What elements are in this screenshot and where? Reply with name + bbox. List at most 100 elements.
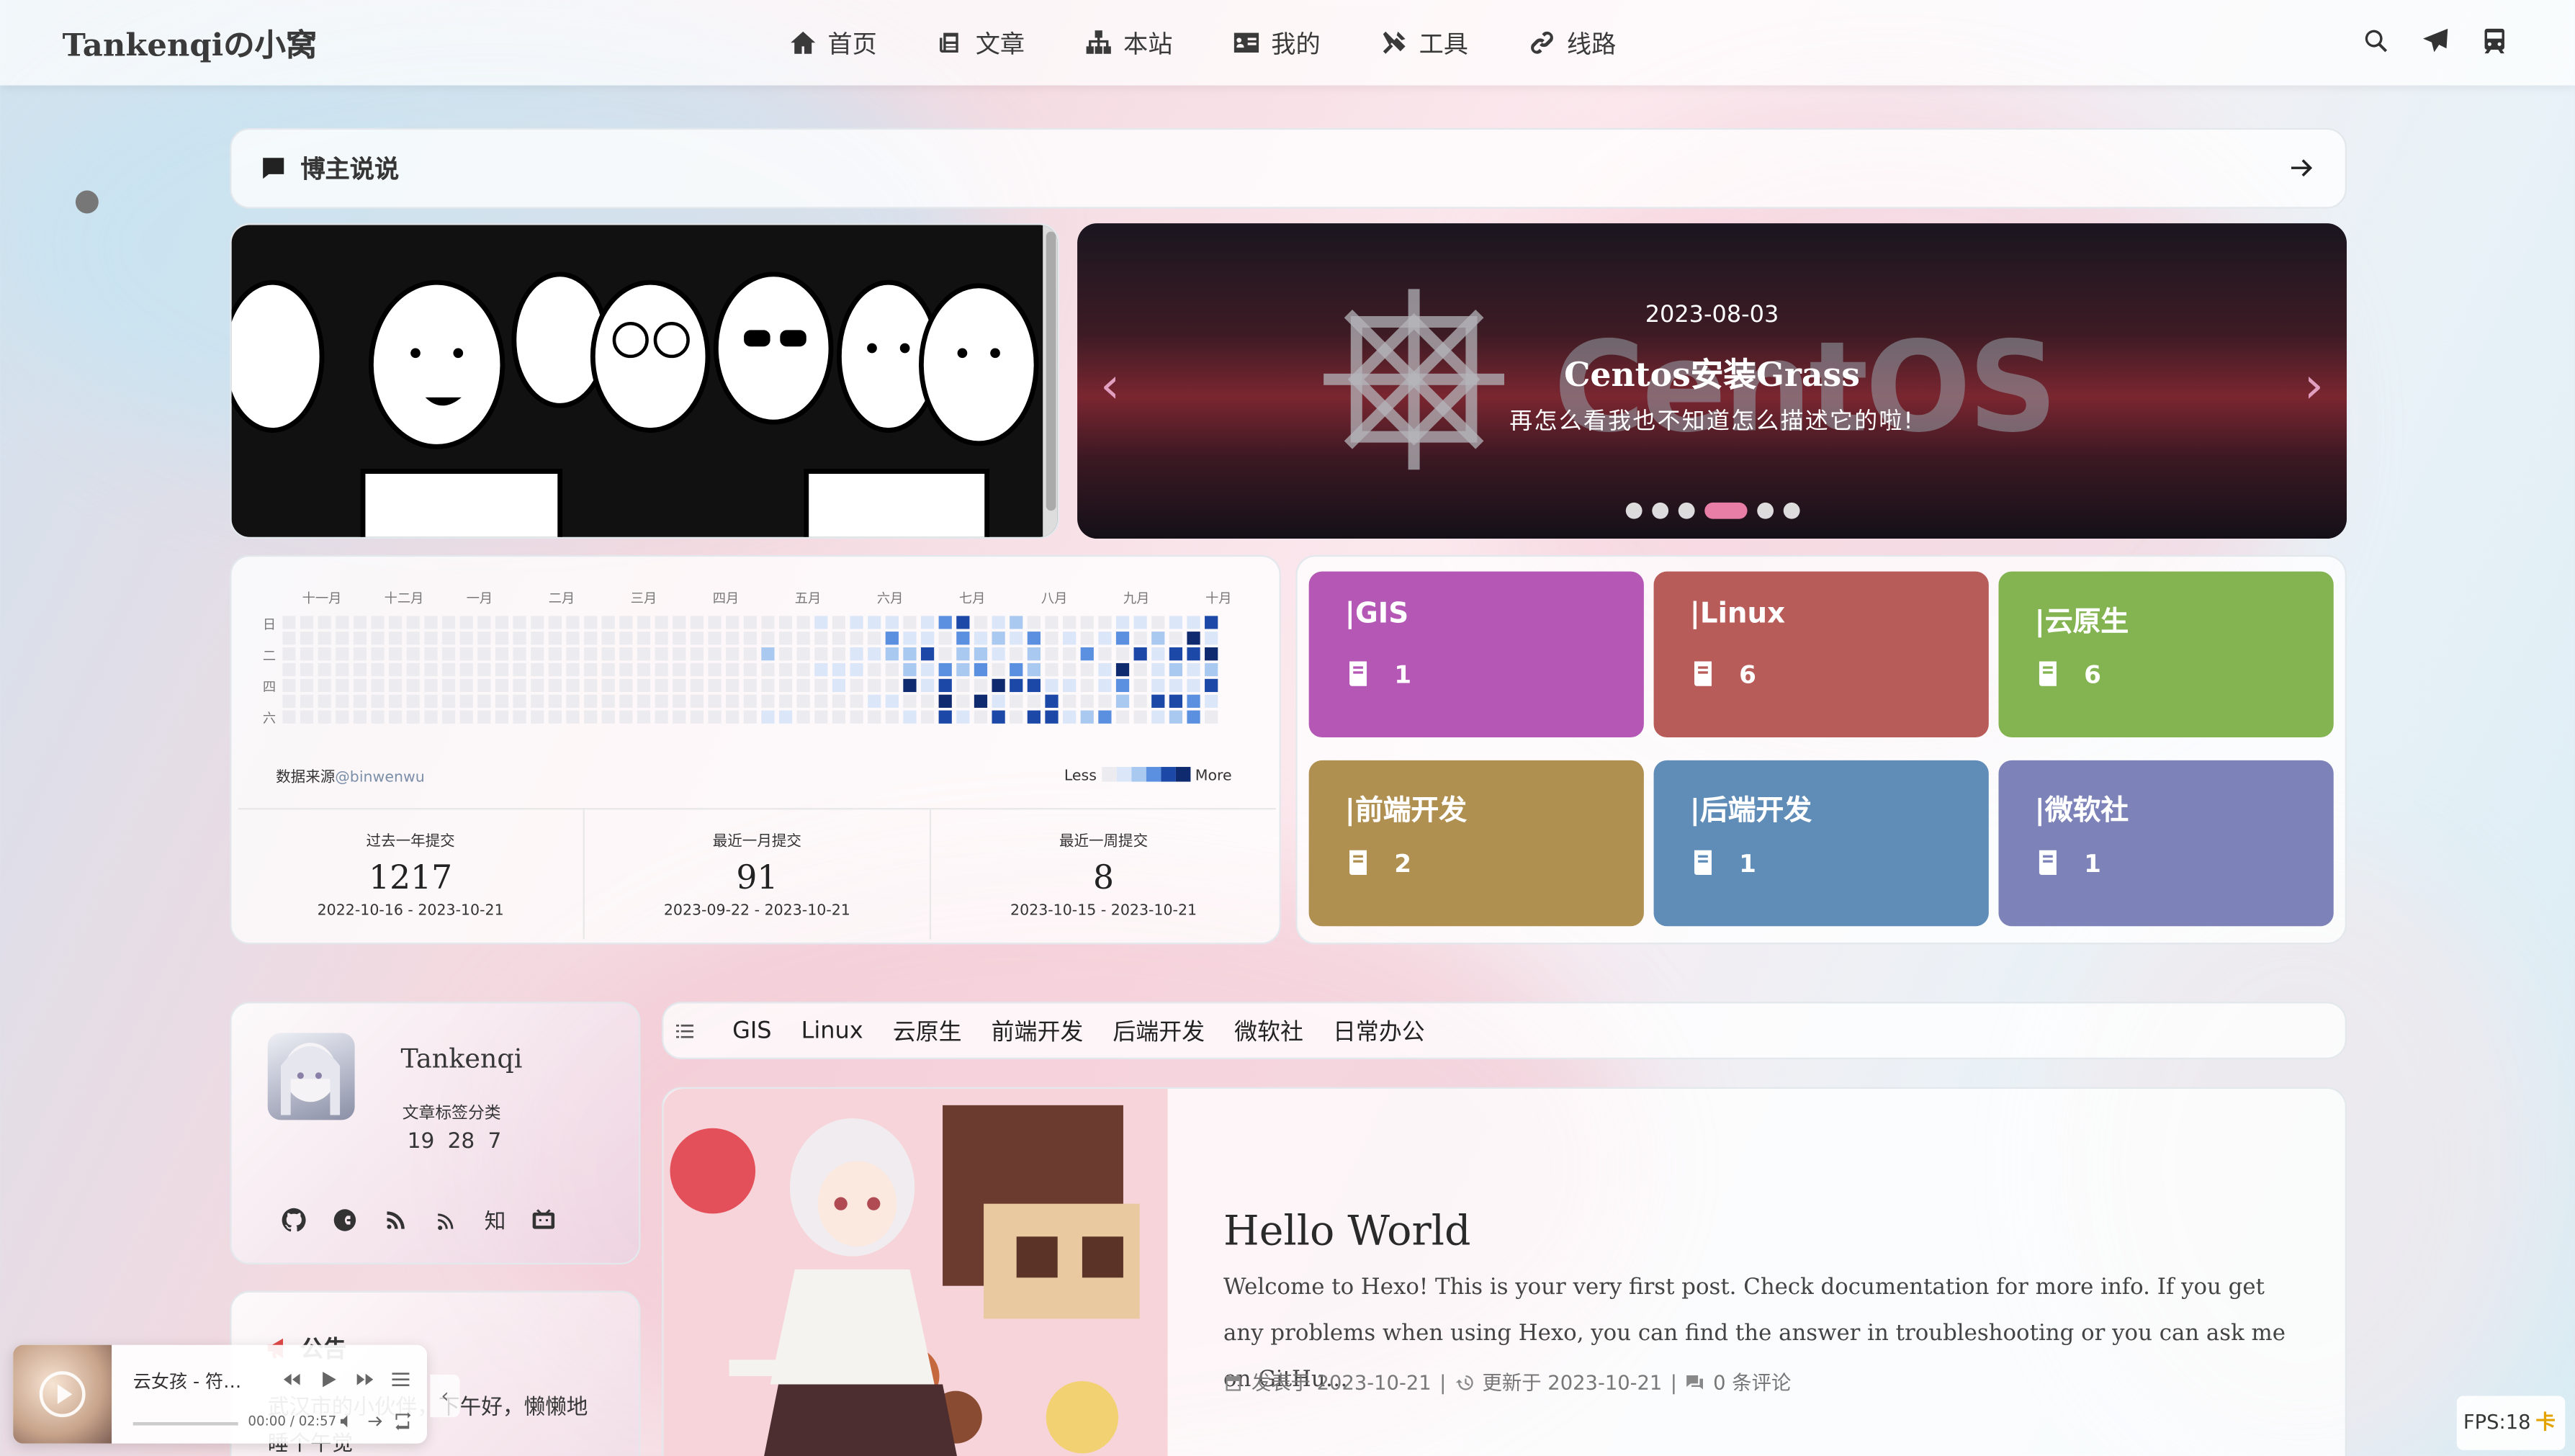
contribution-cell[interactable] (1187, 694, 1200, 708)
csdn-icon[interactable] (332, 1206, 358, 1232)
contribution-cell[interactable] (885, 662, 899, 677)
contribution-cell[interactable] (583, 632, 598, 645)
contribution-cell[interactable] (938, 616, 952, 629)
contribution-cell[interactable] (371, 662, 385, 677)
contribution-cell[interactable] (885, 678, 899, 693)
contribution-cell[interactable] (814, 710, 828, 724)
contribution-cell[interactable] (1027, 616, 1041, 629)
contribution-cell[interactable] (726, 647, 740, 661)
shuoshuo-bar[interactable]: 博主说说 (230, 127, 2347, 209)
contribution-cell[interactable] (1151, 632, 1165, 645)
contribution-cell[interactable] (1027, 632, 1041, 645)
carousel-dot[interactable] (1704, 502, 1747, 519)
contribution-cell[interactable] (1133, 710, 1147, 724)
contribution-cell[interactable] (1133, 694, 1147, 708)
tag-frontend[interactable]: 前端开发 (992, 1014, 1084, 1047)
contribution-cell[interactable] (708, 616, 722, 629)
contribution-cell[interactable] (318, 694, 331, 708)
volume-icon[interactable] (338, 1412, 356, 1430)
carousel-dot[interactable] (1651, 502, 1668, 519)
contribution-cell[interactable] (655, 694, 668, 708)
contribution-cell[interactable] (389, 662, 403, 677)
contribution-cell[interactable] (637, 662, 651, 677)
contribution-cell[interactable] (1187, 647, 1200, 661)
contribution-cell[interactable] (796, 678, 810, 693)
contribution-cell[interactable] (796, 616, 810, 629)
contribution-cell[interactable] (513, 632, 526, 645)
contribution-cell[interactable] (850, 632, 863, 645)
contribution-cell[interactable] (708, 632, 722, 645)
contribution-cell[interactable] (637, 616, 651, 629)
contribution-cell[interactable] (389, 632, 403, 645)
order-icon[interactable] (367, 1412, 385, 1430)
contribution-cell[interactable] (583, 710, 598, 724)
contribution-cell[interactable] (1063, 616, 1077, 629)
contribution-cell[interactable] (566, 662, 580, 677)
contribution-cell[interactable] (513, 662, 526, 677)
contribution-cell[interactable] (814, 632, 828, 645)
contribution-cell[interactable] (371, 678, 385, 693)
contribution-cell[interactable] (406, 662, 420, 677)
contribution-cell[interactable] (300, 616, 314, 629)
contribution-cell[interactable] (673, 710, 686, 724)
contribution-cell[interactable] (1169, 616, 1183, 629)
contribution-cell[interactable] (1098, 662, 1112, 677)
contribution-cell[interactable] (1151, 616, 1165, 629)
contribution-cell[interactable] (974, 632, 988, 645)
contribution-cell[interactable] (1133, 632, 1147, 645)
player-play-button[interactable] (39, 1371, 86, 1418)
carousel-dot[interactable] (1782, 502, 1799, 519)
contribution-cell[interactable] (300, 678, 314, 693)
contribution-cell[interactable] (477, 616, 491, 629)
contribution-cell[interactable] (1151, 662, 1165, 677)
contribution-cell[interactable] (601, 694, 615, 708)
contribution-cell[interactable] (318, 662, 331, 677)
contribution-cell[interactable] (1098, 632, 1112, 645)
contribution-cell[interactable] (424, 647, 438, 661)
contribution-cell[interactable] (690, 710, 704, 724)
contribution-cell[interactable] (655, 616, 668, 629)
contribution-cell[interactable] (601, 647, 615, 661)
contribution-cell[interactable] (1115, 662, 1130, 677)
contribution-cell[interactable] (903, 647, 917, 661)
contribution-cell[interactable] (1098, 710, 1112, 724)
contribution-cell[interactable] (1205, 694, 1218, 708)
contribution-cell[interactable] (885, 694, 899, 708)
contribution-cell[interactable] (743, 678, 757, 693)
contribution-cell[interactable] (850, 647, 863, 661)
contribution-cell[interactable] (637, 678, 651, 693)
contribution-cell[interactable] (903, 632, 917, 645)
contribution-cell[interactable] (1098, 678, 1112, 693)
contribution-cell[interactable] (406, 647, 420, 661)
contribution-cell[interactable] (655, 647, 668, 661)
contribution-cell[interactable] (619, 694, 633, 708)
contribution-cell[interactable] (726, 662, 740, 677)
contribution-cell[interactable] (1010, 678, 1023, 693)
contribution-cell[interactable] (1045, 616, 1059, 629)
contribution-cell[interactable] (389, 616, 403, 629)
contribution-cell[interactable] (761, 710, 775, 724)
contribution-cell[interactable] (1169, 710, 1183, 724)
contribution-cell[interactable] (726, 616, 740, 629)
contribution-cell[interactable] (743, 694, 757, 708)
contribution-cell[interactable] (743, 710, 757, 724)
search-icon[interactable] (2362, 26, 2391, 55)
contribution-cell[interactable] (814, 662, 828, 677)
contribution-cell[interactable] (477, 632, 491, 645)
contribution-cell[interactable] (1027, 647, 1041, 661)
contribution-cell[interactable] (992, 694, 1005, 708)
contribution-cell[interactable] (1080, 694, 1094, 708)
contribution-cell[interactable] (761, 616, 775, 629)
contribution-cell[interactable] (441, 616, 456, 629)
contribution-cell[interactable] (814, 647, 828, 661)
contribution-cell[interactable] (1133, 662, 1147, 677)
contribution-cell[interactable] (814, 678, 828, 693)
contribution-cell[interactable] (1205, 710, 1218, 724)
contribution-cell[interactable] (495, 678, 509, 693)
contribution-cell[interactable] (761, 662, 775, 677)
contribution-cell[interactable] (1169, 632, 1183, 645)
contribution-cell[interactable] (619, 678, 633, 693)
contribution-cell[interactable] (548, 694, 562, 708)
contribution-cell[interactable] (850, 616, 863, 629)
contribution-cell[interactable] (655, 710, 668, 724)
